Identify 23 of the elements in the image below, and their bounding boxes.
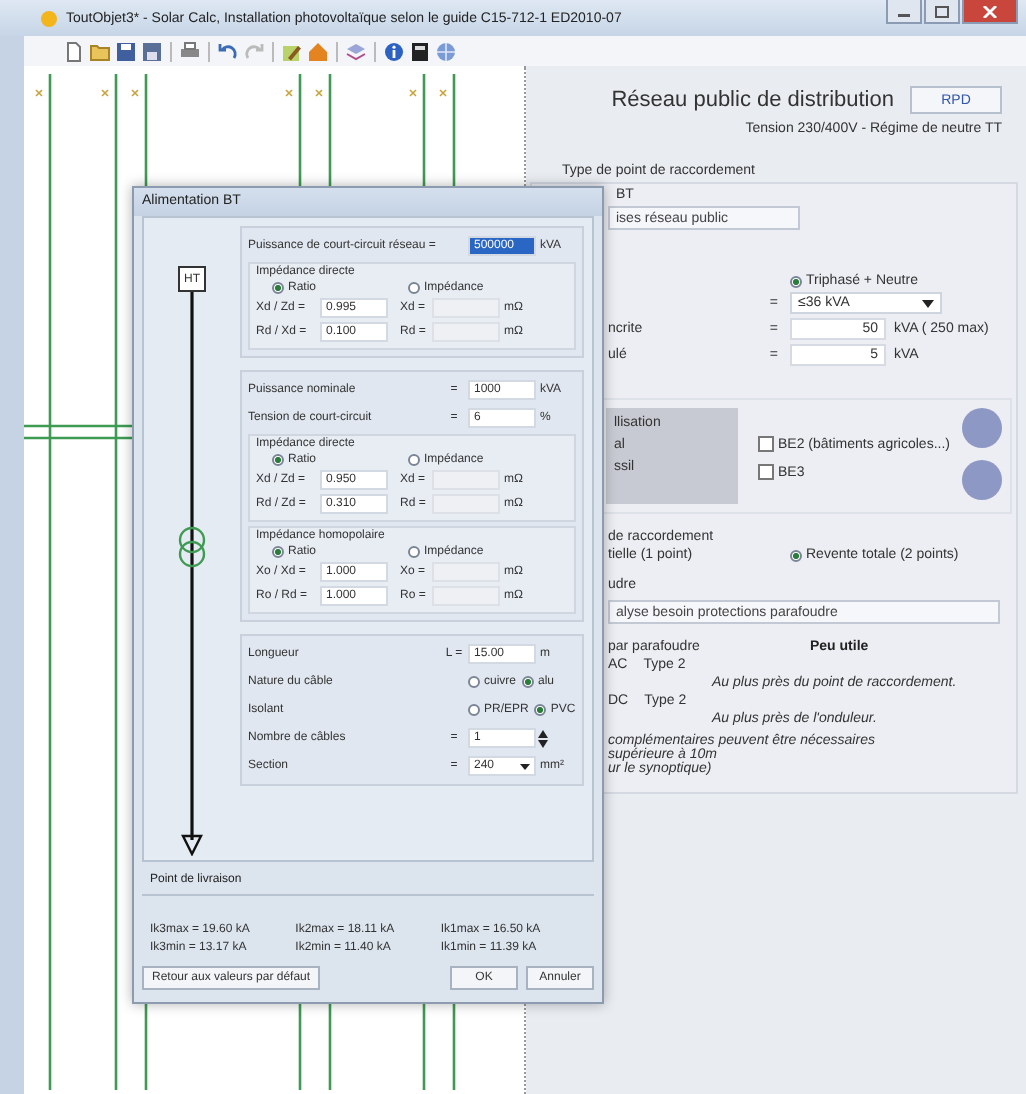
folder-icon[interactable] [90, 41, 110, 61]
save-icon[interactable] [116, 41, 136, 61]
info-icon[interactable] [384, 41, 404, 61]
spinner-arrows-icon[interactable] [538, 729, 548, 747]
save-as-icon[interactable] [142, 41, 162, 61]
caret-icon [922, 299, 934, 307]
house-icon[interactable] [308, 41, 328, 61]
maximize-icon [934, 5, 950, 17]
disc-icon [961, 460, 1002, 500]
book-icon[interactable] [410, 41, 430, 61]
minimize-button[interactable] [886, 0, 922, 24]
panel-title: Réseau public de distribution [611, 88, 894, 112]
new-file-icon[interactable] [64, 41, 84, 61]
maximize-button[interactable] [924, 0, 960, 24]
app-icon [40, 9, 58, 27]
printer-icon[interactable] [180, 41, 200, 61]
disc-icon [961, 408, 1002, 448]
layers-icon[interactable] [346, 41, 366, 61]
close-button[interactable] [962, 0, 1018, 24]
caret-icon [520, 763, 530, 769]
undo-icon[interactable] [218, 41, 238, 61]
close-icon [982, 5, 998, 17]
pencil-icon[interactable] [282, 41, 302, 61]
